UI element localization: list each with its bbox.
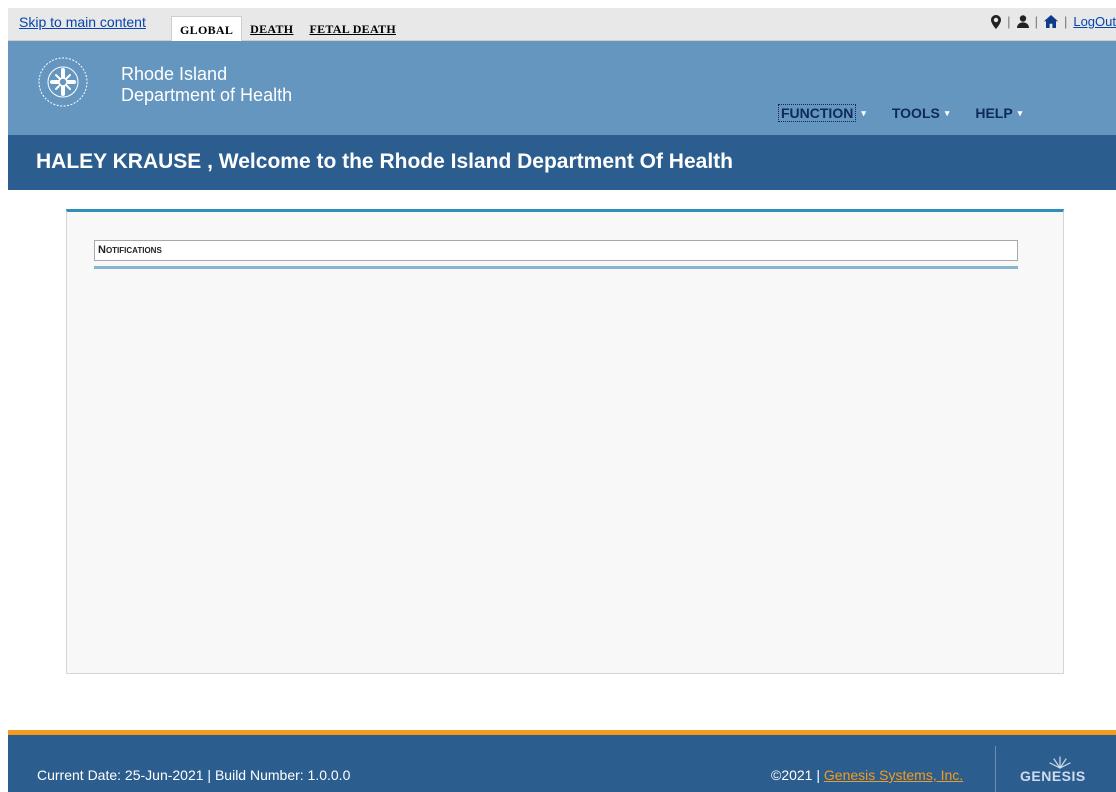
- module-tabs: GLOBAL DEATH FETAL DEATH: [171, 16, 404, 42]
- tab-fetal-death[interactable]: FETAL DEATH: [301, 16, 404, 41]
- footer-divider: [995, 746, 996, 792]
- nav-tools[interactable]: TOOLS ▾: [892, 105, 950, 121]
- map-marker-icon[interactable]: [991, 14, 1002, 29]
- welcome-heading: HALEY KRAUSE , Welcome to the Rhode Isla…: [36, 150, 733, 173]
- page-frame: Skip to main content GLOBAL DEATH FETAL …: [8, 8, 1116, 792]
- main-navigation: FUNCTION ▾ TOOLS ▾ HELP ▾: [778, 104, 1048, 122]
- chevron-down-icon: ▾: [944, 107, 950, 118]
- logout-link[interactable]: LogOut: [1073, 14, 1116, 29]
- footer-build-info: Current Date: 25-Jun-2021 | Build Number…: [37, 767, 351, 783]
- tab-death[interactable]: DEATH: [242, 16, 301, 41]
- separator: |: [1007, 14, 1011, 29]
- ri-department-of-health-seal-icon: [38, 57, 88, 107]
- separator: |: [1063, 14, 1068, 29]
- nav-help[interactable]: HELP ▾: [975, 105, 1022, 121]
- copyright-text: ©2021 |: [771, 767, 824, 783]
- user-icon[interactable]: [1016, 15, 1029, 28]
- top-utility-bar: Skip to main content GLOBAL DEATH FETAL …: [8, 8, 1116, 42]
- home-icon[interactable]: [1043, 15, 1058, 28]
- footer: Current Date: 25-Jun-2021 | Build Number…: [8, 730, 1116, 792]
- skip-to-main-link[interactable]: Skip to main content: [19, 14, 146, 30]
- utility-links: | | | LogOut: [991, 14, 1116, 29]
- tab-global[interactable]: GLOBAL: [171, 16, 243, 42]
- org-name-line1: Rhode Island: [121, 64, 228, 84]
- footer-copyright: ©2021 | Genesis Systems, Inc.: [771, 767, 963, 783]
- org-name-line2: Department of Health: [121, 85, 293, 105]
- nav-function[interactable]: FUNCTION ▾: [778, 104, 866, 122]
- notifications-header: Notifications: [94, 240, 1018, 261]
- genesis-logo: GENESIS: [1020, 754, 1085, 790]
- organization-name: Rhode Island Department of Health: [121, 64, 292, 106]
- chevron-down-icon: ▾: [1017, 107, 1023, 118]
- main-content-panel: Notifications: [66, 209, 1064, 674]
- notifications-divider: [94, 266, 1018, 269]
- company-link[interactable]: Genesis Systems, Inc.: [824, 767, 963, 783]
- nav-tools-label: TOOLS: [891, 105, 940, 121]
- nav-function-label: FUNCTION: [778, 104, 857, 122]
- nav-help-label: HELP: [975, 105, 1013, 121]
- welcome-banner: HALEY KRAUSE , Welcome to the Rhode Isla…: [8, 135, 1116, 190]
- genesis-logo-text: GENESIS: [1020, 768, 1086, 784]
- notifications-title: Notifications: [98, 244, 162, 256]
- chevron-down-icon: ▾: [861, 107, 866, 118]
- brand-header: Rhode Island Department of Health FUNCTI…: [8, 41, 1116, 135]
- separator: |: [1034, 14, 1038, 29]
